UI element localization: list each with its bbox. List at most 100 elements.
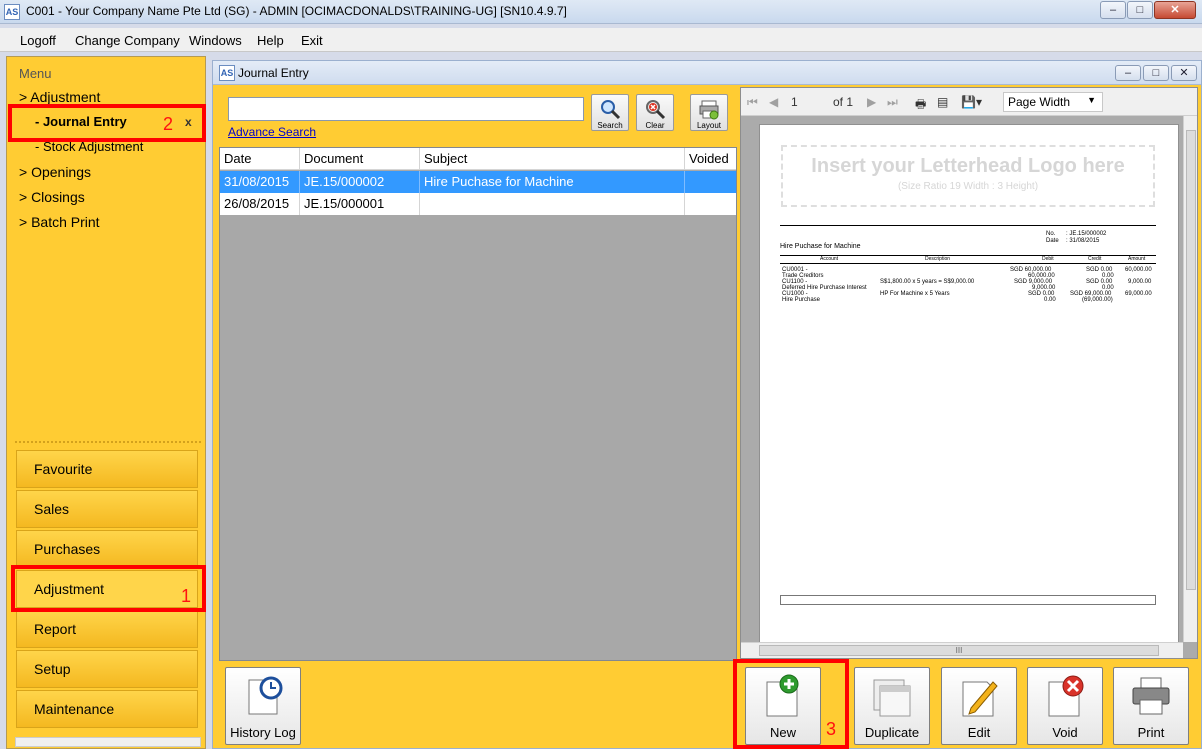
doc-no-label: No. bbox=[1046, 231, 1056, 237]
doc-subject: Hire Puchase for Machine bbox=[780, 243, 861, 250]
module-maintenance[interactable]: Maintenance bbox=[16, 690, 198, 728]
col-subject[interactable]: Subject bbox=[420, 148, 685, 170]
cell-voided bbox=[685, 171, 736, 193]
col-date[interactable]: Date bbox=[220, 148, 300, 170]
tree-openings[interactable]: > Openings bbox=[19, 164, 91, 180]
child-close-button[interactable]: ✕ bbox=[1171, 65, 1197, 81]
printer-icon bbox=[1132, 677, 1170, 715]
letterhead-placeholder: Insert your Letterhead Logo here (Size R… bbox=[781, 145, 1155, 207]
duplicate-icon bbox=[873, 679, 911, 717]
module-setup[interactable]: Setup bbox=[16, 650, 198, 688]
menu-change-company[interactable]: Change Company bbox=[75, 33, 180, 48]
layout-button-label: Layout bbox=[696, 121, 722, 130]
cell-date: 26/08/2015 bbox=[220, 193, 300, 215]
doc-table-body: CU0001 - Trade Creditors CU1100 - Deferr… bbox=[780, 264, 1156, 320]
void-x-icon bbox=[1048, 675, 1084, 717]
sidebar-scrollbar[interactable] bbox=[15, 737, 201, 747]
last-page-icon[interactable]: ⏭ bbox=[887, 95, 898, 110]
child-minimize-button[interactable]: – bbox=[1115, 65, 1141, 81]
page-setup-icon[interactable]: ▤ bbox=[937, 95, 948, 109]
horizontal-scroll-thumb[interactable]: III bbox=[759, 645, 1159, 656]
journal-entry-title: Journal Entry bbox=[238, 66, 309, 80]
layout-printer-icon bbox=[699, 100, 719, 120]
doc-col-credit: Credit bbox=[1088, 256, 1102, 262]
module-sales[interactable]: Sales bbox=[16, 490, 198, 528]
edit-button-label: Edit bbox=[967, 725, 991, 740]
preview-vertical-scrollbar[interactable] bbox=[1183, 116, 1197, 642]
doc-debit-line: 0.00 bbox=[1044, 297, 1056, 303]
clear-button-label: Clear bbox=[645, 121, 665, 130]
clear-button[interactable]: Clear bbox=[636, 94, 674, 131]
preview-horizontal-scrollbar[interactable]: III bbox=[741, 642, 1183, 658]
module-favourite[interactable]: Favourite bbox=[16, 450, 198, 488]
table-row[interactable]: 31/08/2015 JE.15/000002 Hire Puchase for… bbox=[220, 171, 736, 193]
sidebar: Menu > Adjustment - Journal Entry x - St… bbox=[6, 56, 206, 749]
cell-voided bbox=[685, 193, 736, 215]
doc-col-amount: Amount bbox=[1128, 256, 1146, 262]
grid-header: Date Document Subject Voided bbox=[220, 148, 736, 170]
cell-date: 31/08/2015 bbox=[220, 171, 300, 193]
search-input[interactable] bbox=[228, 97, 584, 121]
annotation-label-1: 1 bbox=[181, 586, 192, 606]
module-purchases[interactable]: Purchases bbox=[16, 530, 198, 568]
doc-description-line: HP For Machine x 5 Years bbox=[880, 291, 950, 297]
magnifier-icon bbox=[601, 100, 621, 120]
menu-logoff[interactable]: Logoff bbox=[20, 33, 56, 48]
window-title: C001 - Your Company Name Pte Ltd (SG) - … bbox=[26, 4, 567, 18]
module-report[interactable]: Report bbox=[16, 610, 198, 648]
journal-entry-titlebar: AS Journal Entry – □ ✕ bbox=[213, 61, 1201, 85]
window-controls: – □ ✕ bbox=[1100, 1, 1196, 19]
doc-date-label: Date bbox=[1046, 238, 1059, 244]
void-button[interactable]: Void bbox=[1027, 667, 1103, 745]
window-titlebar: AS C001 - Your Company Name Pte Ltd (SG)… bbox=[0, 0, 1202, 24]
edit-button[interactable]: Edit bbox=[941, 667, 1017, 745]
search-button[interactable]: Search bbox=[591, 94, 629, 131]
minimize-button[interactable]: – bbox=[1100, 1, 1126, 19]
prev-page-icon[interactable]: ◀ bbox=[769, 95, 778, 109]
tree-closings[interactable]: > Closings bbox=[19, 189, 85, 205]
annotation-box-2 bbox=[8, 104, 206, 142]
duplicate-button[interactable]: Duplicate bbox=[854, 667, 930, 745]
doc-date-value: : 31/08/2015 bbox=[1066, 238, 1100, 244]
doc-amount-line: 9,000.00 bbox=[1128, 279, 1152, 285]
table-row[interactable]: 26/08/2015 JE.15/000001 bbox=[220, 193, 736, 215]
maximize-button[interactable]: □ bbox=[1127, 1, 1153, 19]
zoom-select[interactable]: Page Width ▼ bbox=[1003, 92, 1103, 112]
page-number-input[interactable]: 1 bbox=[791, 95, 798, 109]
sidebar-divider[interactable] bbox=[15, 441, 201, 445]
print-icon[interactable]: 🖶 bbox=[915, 95, 926, 116]
tree-batch-print[interactable]: > Batch Print bbox=[19, 214, 100, 230]
edit-pencil-icon bbox=[962, 681, 998, 717]
annotation-label-2: 2 bbox=[163, 114, 174, 134]
doc-no-value: : JE.15/000002 bbox=[1066, 231, 1107, 237]
col-voided[interactable]: Voided bbox=[685, 148, 736, 170]
advance-search-link[interactable]: Advance Search bbox=[228, 125, 316, 139]
doc-table-header: Account Description Debit Credit Amount bbox=[780, 256, 1156, 264]
tree-adjustment[interactable]: > Adjustment bbox=[19, 89, 100, 105]
doc-description-line: S$1,800.00 x 5 years = S$9,000.00 bbox=[880, 279, 975, 285]
first-page-icon[interactable]: ⏮ bbox=[747, 95, 758, 110]
menu-help[interactable]: Help bbox=[257, 33, 284, 48]
history-log-button[interactable]: History Log bbox=[225, 667, 301, 745]
layout-button[interactable]: Layout bbox=[690, 94, 728, 131]
clear-icon bbox=[646, 100, 666, 120]
menu-bar: Logoff Change Company Windows Help Exit bbox=[0, 28, 1202, 52]
header-rule bbox=[780, 225, 1156, 226]
child-restore-button[interactable]: □ bbox=[1143, 65, 1169, 81]
vertical-scroll-thumb[interactable] bbox=[1186, 130, 1196, 590]
void-button-label: Void bbox=[1052, 725, 1078, 740]
search-button-label: Search bbox=[597, 121, 623, 130]
export-icon[interactable]: 💾▾ bbox=[961, 95, 982, 109]
print-button[interactable]: Print bbox=[1113, 667, 1189, 745]
col-document[interactable]: Document bbox=[300, 148, 420, 170]
menu-windows[interactable]: Windows bbox=[189, 33, 242, 48]
cell-subject bbox=[420, 193, 685, 215]
menu-exit[interactable]: Exit bbox=[301, 33, 323, 48]
close-button[interactable]: ✕ bbox=[1154, 1, 1196, 19]
next-page-icon[interactable]: ▶ bbox=[867, 95, 876, 109]
doc-col-description: Description bbox=[925, 256, 951, 262]
duplicate-button-label: Duplicate bbox=[864, 725, 920, 740]
doc-amount-line: 60,000.00 bbox=[1125, 267, 1152, 273]
doc-col-debit: Debit bbox=[1042, 256, 1054, 262]
annotation-box-1 bbox=[11, 565, 206, 612]
